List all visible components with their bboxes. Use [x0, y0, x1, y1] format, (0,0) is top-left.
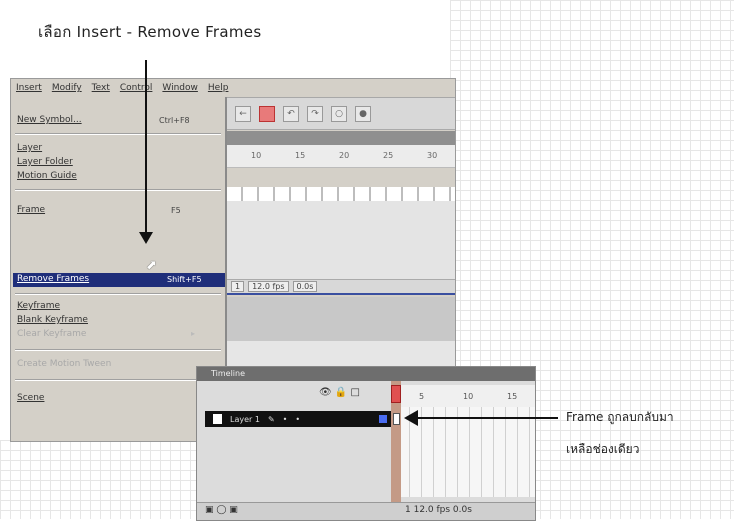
insert-menu-dropdown: New Symbol... Ctrl+F8 Layer Layer Folder…: [11, 97, 227, 441]
menu-item-layer-folder[interactable]: Layer Folder: [17, 157, 73, 167]
pencil-icon: ✎: [267, 414, 275, 424]
annotation-line-2: เหลือช่องเดียว: [566, 442, 640, 456]
menu-modify[interactable]: Modify: [47, 83, 87, 93]
menu-item-frame[interactable]: Frame: [17, 205, 45, 215]
pointer-arrow-line: [418, 417, 558, 419]
menu-item-keyframe[interactable]: Keyframe: [17, 301, 60, 311]
menu-item-clear-keyframe[interactable]: Clear Keyframe: [17, 329, 86, 339]
playhead[interactable]: [391, 385, 401, 403]
menu-separator: [15, 133, 221, 135]
menu-separator: [15, 293, 221, 295]
menu-separator: [15, 189, 221, 191]
ruler-label: 30: [427, 151, 438, 160]
pointer-arrow-head-icon: [404, 410, 418, 426]
timeline-frames-area[interactable]: [227, 201, 455, 279]
timeline-status-bar: 1 12.0 fps 0.0s: [227, 279, 455, 295]
lock-dot-icon[interactable]: •: [295, 415, 300, 424]
keyframe-cell[interactable]: [393, 413, 400, 425]
mouse-cursor-icon: ⬈: [146, 258, 157, 273]
menu-insert[interactable]: Insert: [11, 83, 47, 93]
menu-item-scene[interactable]: Scene: [17, 393, 44, 403]
menu-separator: [15, 349, 221, 351]
zoom-icon[interactable]: ○: [331, 105, 347, 122]
menu-text[interactable]: Text: [87, 83, 115, 93]
time-readout: 0.0s: [292, 281, 318, 292]
ruler-label: 20: [339, 151, 350, 160]
layer-header-icons: 👁 🔒 □: [319, 387, 360, 398]
menu-item-create-motion-tween[interactable]: Create Motion Tween: [17, 359, 111, 369]
menu-control[interactable]: Control: [115, 83, 158, 93]
ruler-label: 5: [419, 392, 425, 401]
layer-icon: [213, 414, 222, 424]
outline-color-icon[interactable]: [379, 415, 387, 423]
ruler-label: 10: [251, 151, 262, 160]
menu-item-remove-frames[interactable]: Remove Frames: [17, 274, 89, 284]
ruler-label: 25: [383, 151, 394, 160]
lock-icon[interactable]: 🔒: [335, 387, 347, 398]
outline-icon[interactable]: □: [351, 387, 360, 398]
frame-cells[interactable]: [227, 187, 455, 201]
menu-separator: [15, 379, 221, 381]
redo-icon[interactable]: ↷: [307, 105, 323, 122]
timeline-panel-title: Timeline: [197, 367, 535, 381]
menu-item-layer[interactable]: Layer: [17, 143, 42, 153]
undo-icon[interactable]: ↶: [283, 105, 299, 122]
ruler-label: 15: [295, 151, 306, 160]
shortcut-frame: F5: [171, 206, 181, 215]
timeline-panel-ruler: 5 10 15: [397, 385, 535, 408]
ruler-label: 15: [507, 392, 518, 401]
menu-window[interactable]: Window: [157, 83, 203, 93]
menu-help[interactable]: Help: [203, 83, 234, 93]
eye-icon[interactable]: 👁: [319, 387, 332, 398]
record-icon[interactable]: [259, 105, 275, 122]
menu-item-new-symbol[interactable]: New Symbol...: [17, 115, 82, 125]
menu-item-motion-guide[interactable]: Motion Guide: [17, 171, 77, 181]
timeline-panel-footer: ▣ ◯ ▣ 1 12.0 fps 0.0s: [197, 502, 535, 520]
timeline-footer-readout: 1 12.0 fps 0.0s: [405, 505, 472, 515]
shortcut-remove-frames: Shift+F5: [167, 275, 202, 284]
snap-icon[interactable]: ●: [355, 105, 371, 122]
visibility-dot-icon[interactable]: •: [283, 415, 288, 424]
menu-bar: Insert Modify Text Control Window Help: [11, 79, 455, 98]
timeline-ruler: 10 15 20 25 30: [227, 145, 455, 168]
ruler-label: 10: [463, 392, 474, 401]
annotation-line-1: Frame ถูกลบกลับมา: [566, 410, 674, 424]
layer-name[interactable]: Layer 1: [230, 415, 260, 424]
add-layer-icons[interactable]: ▣ ◯ ▣: [205, 505, 238, 515]
current-frame-readout: 1: [231, 281, 245, 292]
stage-band: [227, 341, 455, 367]
arrow-tool-icon[interactable]: ←: [235, 105, 251, 122]
timeline-header: [227, 131, 455, 145]
layer-row[interactable]: Layer 1 ✎ • •: [205, 411, 391, 427]
submenu-arrow-icon: ▸: [191, 329, 196, 338]
callout-arrow-head-icon: [139, 232, 153, 244]
fps-readout: 12.0 fps: [248, 281, 289, 292]
instruction-caption: เลือก Insert - Remove Frames: [38, 23, 262, 41]
toolbar: ← ↶ ↷ ○ ●: [227, 98, 455, 130]
callout-arrow-line: [145, 60, 147, 238]
shortcut-new-symbol: Ctrl+F8: [159, 116, 190, 125]
menu-item-blank-keyframe[interactable]: Blank Keyframe: [17, 315, 88, 325]
timeline-panel: Timeline 👁 🔒 □ 5 10 15 Layer 1 ✎ • • ▣ ◯…: [196, 366, 536, 521]
